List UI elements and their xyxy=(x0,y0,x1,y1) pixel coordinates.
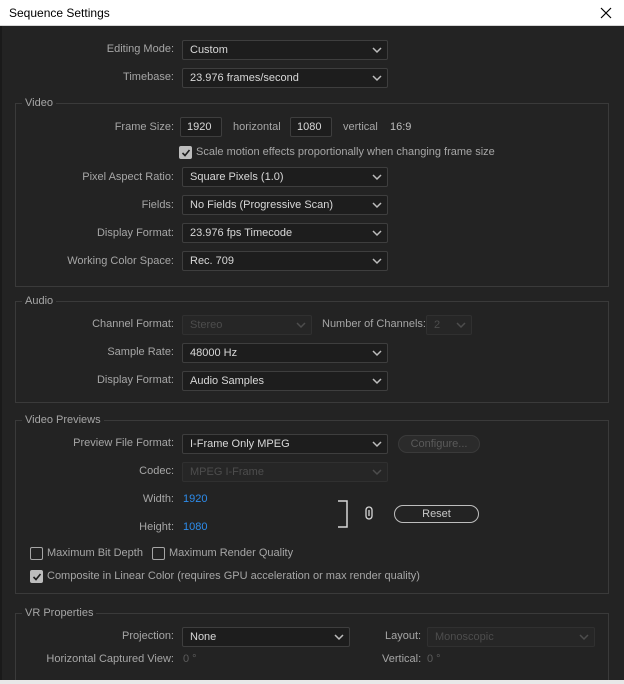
vertical-view-label: Vertical: xyxy=(382,653,422,665)
chevron-down-icon xyxy=(372,378,382,385)
channel-format-value: Stereo xyxy=(190,319,223,331)
chevron-down-icon xyxy=(372,350,382,357)
sample-rate-label: Sample Rate: xyxy=(107,346,174,358)
sample-rate-value: 48000 Hz xyxy=(190,347,238,359)
vr-properties-group xyxy=(15,613,609,683)
audio-display-format-value: Audio Samples xyxy=(190,375,264,387)
window-edge xyxy=(0,26,2,680)
frame-size-label: Frame Size: xyxy=(114,121,174,133)
preview-file-format-label: Preview File Format: xyxy=(73,437,174,449)
composite-linear-checkbox[interactable] xyxy=(30,570,43,583)
checkmark-icon xyxy=(32,573,42,581)
close-button[interactable] xyxy=(596,3,616,23)
fields-select[interactable]: No Fields (Progressive Scan) xyxy=(182,195,388,215)
video-group-title: Video xyxy=(22,97,56,109)
frame-width-input[interactable]: 1920 xyxy=(180,117,222,137)
horizontal-captured-view-value: 0 ° xyxy=(183,653,197,665)
max-render-quality-label: Maximum Render Quality xyxy=(169,547,294,559)
timebase-label: Timebase: xyxy=(123,71,174,83)
editing-mode-label: Editing Mode: xyxy=(106,43,174,55)
editing-mode-value: Custom xyxy=(190,44,228,56)
aspect-ratio-readout: 16:9 xyxy=(390,121,412,133)
pixel-aspect-value: Square Pixels (1.0) xyxy=(190,171,284,183)
channel-format-label: Channel Format: xyxy=(92,318,174,330)
vertical-view-value: 0 ° xyxy=(427,653,441,665)
preview-file-format-value: I-Frame Only MPEG xyxy=(190,438,290,450)
codec-label: Codec: xyxy=(139,465,174,477)
editing-mode-select[interactable]: Custom xyxy=(182,40,388,60)
chevron-down-icon xyxy=(372,230,382,237)
video-previews-group-title: Video Previews xyxy=(22,414,104,426)
chevron-down-icon xyxy=(372,258,382,265)
display-format-label: Display Format: xyxy=(96,227,174,239)
layout-value: Monoscopic xyxy=(435,631,494,643)
num-channels-select: 2 xyxy=(426,315,472,335)
scale-motion-checkbox[interactable] xyxy=(179,146,192,159)
height-label: Height: xyxy=(139,521,174,533)
chevron-down-icon xyxy=(372,75,382,82)
width-label: Width: xyxy=(142,493,174,505)
window-bottom-edge xyxy=(0,680,624,684)
vertical-label: vertical xyxy=(343,121,378,133)
chevron-down-icon xyxy=(372,174,382,181)
composite-linear-label: Composite in Linear Color (requires GPU … xyxy=(47,570,420,582)
frame-height-input[interactable]: 1080 xyxy=(290,117,332,137)
layout-select: Monoscopic xyxy=(427,627,595,647)
audio-group-title: Audio xyxy=(22,295,57,307)
pixel-aspect-label: Pixel Aspect Ratio: xyxy=(82,171,174,183)
preview-height-value[interactable]: 1080 xyxy=(183,521,207,533)
max-render-quality-checkbox[interactable] xyxy=(152,547,165,560)
chevron-down-icon xyxy=(296,322,306,329)
working-color-select[interactable]: Rec. 709 xyxy=(182,251,388,271)
working-color-value: Rec. 709 xyxy=(190,255,235,267)
chevron-down-icon xyxy=(334,634,344,641)
configure-button: Configure... xyxy=(398,435,480,453)
chain-link-icon[interactable] xyxy=(364,506,374,520)
audio-display-format-label: Display Format: xyxy=(96,374,174,386)
close-icon xyxy=(600,7,612,19)
num-channels-label: Number of Channels: xyxy=(322,318,426,330)
horizontal-label: horizontal xyxy=(233,121,281,133)
fields-value: No Fields (Progressive Scan) xyxy=(190,199,334,211)
codec-value: MPEG I-Frame xyxy=(190,466,264,478)
preview-width-value[interactable]: 1920 xyxy=(183,493,207,505)
max-bit-depth-checkbox[interactable] xyxy=(30,547,43,560)
chevron-down-icon xyxy=(372,441,382,448)
chevron-down-icon xyxy=(579,634,589,641)
title-bar: Sequence Settings xyxy=(0,0,624,26)
projection-select[interactable]: None xyxy=(182,627,350,647)
working-color-label: Working Color Space: xyxy=(67,255,174,267)
max-bit-depth-label: Maximum Bit Depth xyxy=(47,547,143,559)
horizontal-captured-view-label: Horizontal Captured View: xyxy=(46,653,174,665)
projection-value: None xyxy=(190,631,217,643)
checkmark-icon xyxy=(181,149,191,157)
sample-rate-select[interactable]: 48000 Hz xyxy=(182,343,388,363)
chevron-down-icon xyxy=(456,322,466,329)
pixel-aspect-select[interactable]: Square Pixels (1.0) xyxy=(182,167,388,187)
preview-file-format-select[interactable]: I-Frame Only MPEG xyxy=(182,434,388,454)
chevron-down-icon xyxy=(372,202,382,209)
vr-properties-group-title: VR Properties xyxy=(22,607,97,619)
timebase-value: 23.976 frames/second xyxy=(190,72,299,84)
chevron-down-icon xyxy=(372,469,382,476)
scale-motion-label: Scale motion effects proportionally when… xyxy=(196,146,495,158)
chevron-down-icon xyxy=(372,47,382,54)
projection-label: Projection: xyxy=(122,630,174,642)
display-format-value: 23.976 fps Timecode xyxy=(190,227,293,239)
num-channels-value: 2 xyxy=(434,319,441,331)
link-bracket-icon xyxy=(338,500,348,528)
timebase-select[interactable]: 23.976 frames/second xyxy=(182,68,388,88)
audio-display-format-select[interactable]: Audio Samples xyxy=(182,371,388,391)
display-format-select[interactable]: 23.976 fps Timecode xyxy=(182,223,388,243)
window-title: Sequence Settings xyxy=(9,6,110,20)
codec-select: MPEG I-Frame xyxy=(182,462,388,482)
reset-button[interactable]: Reset xyxy=(394,505,479,523)
fields-label: Fields: xyxy=(141,199,174,211)
channel-format-select: Stereo xyxy=(182,315,312,335)
layout-label: Layout: xyxy=(385,630,422,642)
